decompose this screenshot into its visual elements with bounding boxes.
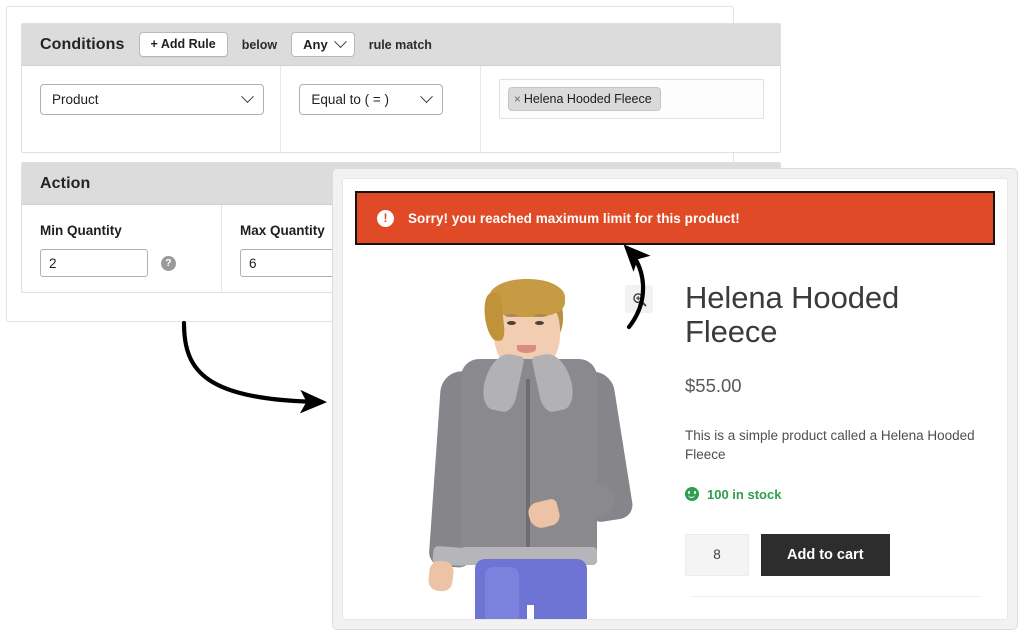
min-quantity-cell: Min Quantity ?: [22, 205, 222, 292]
product-price: $55.00: [685, 375, 742, 397]
product-photo[interactable]: [393, 275, 653, 619]
rule-match-select[interactable]: Any: [291, 32, 355, 57]
close-icon[interactable]: ×: [514, 93, 521, 105]
condition-operator-value: Equal to ( = ): [311, 92, 389, 107]
product-token[interactable]: × Helena Hooded Fleece: [507, 87, 661, 111]
rule-match-value: Any: [303, 37, 328, 52]
product-details: Helena Hooded Fleece $55.00 This is a si…: [663, 257, 1007, 619]
condition-operator-cell: Equal to ( = ): [281, 66, 481, 152]
arrow-action-to-product: [181, 320, 328, 414]
help-icon[interactable]: ?: [161, 255, 176, 271]
condition-field-value: Product: [52, 92, 99, 107]
add-to-cart-button[interactable]: Add to cart: [761, 533, 890, 576]
chevron-down-icon: [241, 90, 255, 104]
product-title: Helena Hooded Fleece: [685, 280, 900, 350]
stock-status-text: 100 in stock: [707, 486, 782, 502]
action-title: Action: [40, 174, 91, 192]
conditions-row: Product Equal to ( = ) × Helena Hooded F…: [22, 66, 780, 152]
storefront-product-card: ! Sorry! you reached maximum limit for t…: [342, 178, 1008, 620]
chevron-down-icon: [333, 35, 347, 49]
condition-operator-select[interactable]: Equal to ( = ): [299, 84, 444, 115]
max-limit-error-banner: ! Sorry! you reached maximum limit for t…: [355, 191, 995, 245]
rule-match-label: rule match: [368, 37, 432, 52]
condition-field-select[interactable]: Product: [40, 84, 265, 115]
storefront-product-panel: ! Sorry! you reached maximum limit for t…: [332, 168, 1018, 630]
condition-value-token-field[interactable]: × Helena Hooded Fleece: [498, 79, 764, 119]
add-to-cart-row: Add to cart: [685, 533, 981, 576]
chevron-down-icon: [420, 90, 434, 104]
stock-status: 100 in stock: [685, 487, 981, 502]
magnifier-plus-icon[interactable]: [625, 285, 653, 313]
product-gallery: [343, 257, 663, 619]
conditions-metabox: Conditions + Add Rule below Any rule mat…: [21, 23, 781, 153]
condition-value-cell: × Helena Hooded Fleece: [481, 66, 780, 152]
error-banner-text: Sorry! you reached maximum limit for thi…: [408, 210, 740, 226]
min-quantity-label: Min Quantity: [40, 223, 122, 238]
product-token-label: Helena Hooded Fleece: [523, 91, 652, 106]
screenshot-stage: Conditions + Add Rule below Any rule mat…: [0, 0, 1024, 634]
product-body: Helena Hooded Fleece $55.00 This is a si…: [343, 257, 1007, 619]
details-divider: [690, 596, 981, 597]
product-description: This is a simple product called a Helena…: [685, 428, 975, 463]
conditions-header: Conditions + Add Rule below Any rule mat…: [22, 24, 780, 66]
min-quantity-input[interactable]: [40, 249, 148, 277]
quantity-input[interactable]: [685, 533, 749, 576]
below-label: below: [241, 37, 278, 52]
conditions-title: Conditions: [40, 35, 125, 53]
smiley-face-icon: [685, 487, 699, 502]
add-rule-button[interactable]: + Add Rule: [138, 31, 228, 58]
alert-circle-icon: !: [377, 209, 394, 227]
condition-field-cell: Product: [22, 66, 282, 152]
